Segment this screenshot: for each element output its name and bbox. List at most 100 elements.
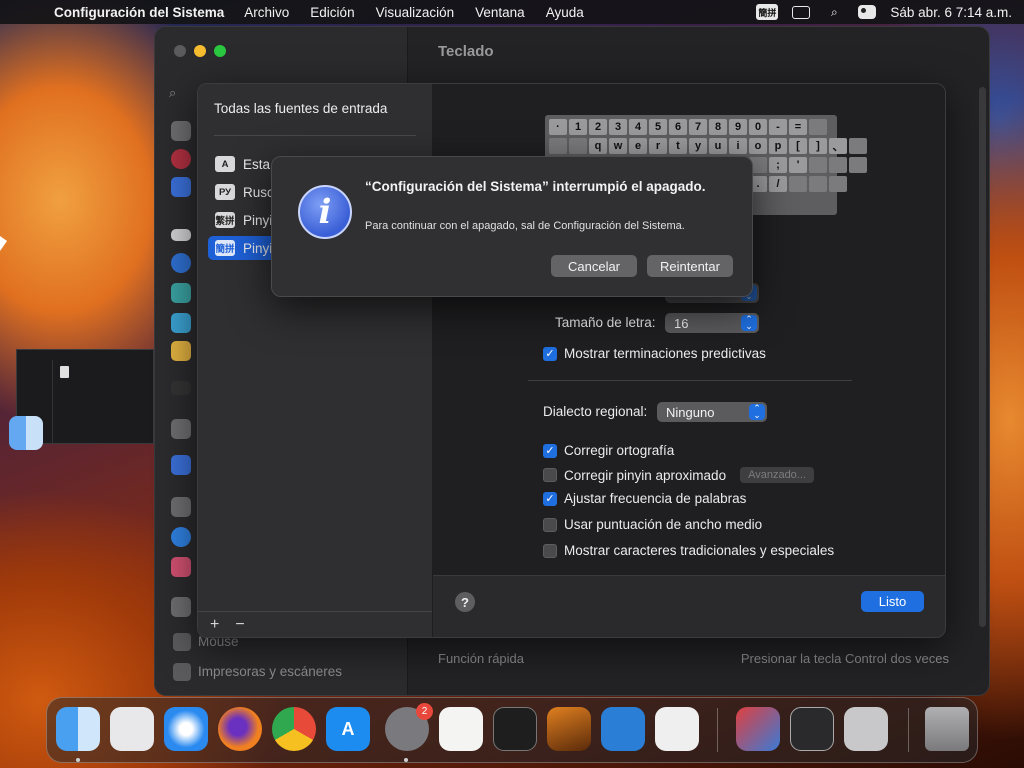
done-button[interactable]: Listo	[861, 591, 924, 612]
textedit-dock-icon[interactable]	[439, 707, 483, 751]
halfwidth-checkbox[interactable]	[543, 517, 557, 532]
battery-icon[interactable]	[171, 341, 191, 361]
finder-dock-icon[interactable]	[56, 707, 100, 751]
input-source-icon: 繁拼	[215, 212, 235, 228]
predictive-checkbox[interactable]: ✓	[543, 346, 557, 361]
traditional-checkbox[interactable]	[543, 543, 557, 558]
menu-ventana[interactable]: Ventana	[475, 5, 525, 20]
shutdown-alert-dialog: i “Configuración del Sistema” interrumpi…	[271, 156, 753, 297]
garageband-dock-icon[interactable]	[547, 707, 591, 751]
display-icon[interactable]	[171, 229, 191, 241]
search-icon[interactable]: ⌕	[169, 85, 176, 101]
internet-accounts-icon[interactable]	[171, 527, 191, 547]
menu-visualizacion[interactable]: Visualización	[376, 5, 455, 20]
keyboard-key: 1	[569, 119, 587, 135]
printer-icon	[173, 663, 191, 681]
traditional-option[interactable]: Mostrar caracteres tradicionales y espec…	[543, 543, 834, 558]
divider	[214, 135, 416, 136]
input-source-menu-icon[interactable]: 簡拼	[756, 4, 779, 20]
wallpaper-icon[interactable]	[171, 283, 191, 303]
keyboard-key: [	[789, 138, 807, 154]
touch-id-icon[interactable]	[171, 419, 191, 439]
minimize-button[interactable]	[194, 45, 206, 57]
keyboard-key	[829, 176, 847, 192]
mouse-icon	[173, 633, 191, 651]
retry-button[interactable]: Reintentar	[647, 255, 733, 277]
remove-input-source-button[interactable]: −	[235, 616, 244, 634]
accessibility-icon[interactable]	[171, 177, 191, 197]
general-icon[interactable]	[171, 121, 191, 141]
advanced-button[interactable]: Avanzado...	[740, 467, 814, 483]
info-icon: i	[298, 185, 352, 239]
keyboard-key	[829, 157, 847, 173]
trash-dock-icon[interactable]	[925, 707, 969, 751]
dialect-popup[interactable]: Ninguno ⌃ ⌄	[657, 402, 767, 422]
fuzzy-pinyin-checkbox[interactable]	[543, 468, 557, 482]
keyboard-key: 5	[649, 119, 667, 135]
menu-bar-clock[interactable]: Sáb abr. 6 7:14 a.m.	[890, 5, 1012, 20]
running-indicator	[76, 758, 80, 762]
keyboard-key: 9	[729, 119, 747, 135]
roblox-dock-icon[interactable]	[655, 707, 699, 751]
bbedit-dock-icon[interactable]	[790, 707, 834, 751]
spotlight-search-icon[interactable]: ⌕	[824, 4, 844, 20]
dialect-value: Ninguno	[666, 404, 715, 420]
spelling-option[interactable]: ✓ Corregir ortografía	[543, 443, 674, 458]
keyboard-key: 6	[669, 119, 687, 135]
fuzzy-pinyin-label: Corregir pinyin aproximado	[564, 467, 727, 483]
quick-function-value[interactable]: Presionar la tecla Control dos veces	[741, 651, 949, 666]
screen-mirroring-icon[interactable]	[792, 5, 811, 19]
lock-screen-icon[interactable]	[171, 381, 191, 395]
remote-desktop-dock-icon[interactable]	[736, 707, 780, 751]
menu-edicion[interactable]: Edición	[310, 5, 354, 20]
menu-ayuda[interactable]: Ayuda	[546, 5, 584, 20]
dock-separator	[908, 708, 909, 752]
input-sources-title: Todas las fuentes de entrada	[214, 101, 388, 116]
spelling-checkbox[interactable]: ✓	[543, 443, 557, 458]
predictive-option[interactable]: ✓ Mostrar terminaciones predictivas	[543, 346, 766, 361]
sidebar-item-printers[interactable]: Impresoras y escáneres	[198, 664, 342, 679]
halfwidth-option[interactable]: Usar puntuación de ancho medio	[543, 517, 762, 532]
frequency-option[interactable]: ✓ Ajustar frecuencia de palabras	[543, 491, 746, 506]
system-settings-dock-icon[interactable]: 2	[385, 703, 433, 751]
game-center-icon[interactable]	[171, 557, 191, 577]
close-button[interactable]	[174, 45, 186, 57]
keyboard-key: t	[669, 138, 687, 154]
app-store-dock-icon[interactable]: A	[326, 707, 370, 751]
file-icon	[60, 366, 69, 378]
menu-bar: Configuración del Sistema Archivo Edició…	[0, 0, 1024, 24]
cancel-button[interactable]: Cancelar	[551, 255, 637, 277]
screensaver-icon[interactable]	[171, 313, 191, 333]
appearance-icon[interactable]	[171, 149, 191, 169]
chrome-dock-icon[interactable]	[272, 707, 316, 751]
fuzzy-pinyin-option[interactable]: Corregir pinyin aproximado Avanzado...	[543, 467, 814, 483]
input-source-icon: A	[215, 156, 235, 172]
keyboard-key: /	[769, 176, 787, 192]
keyboard-key	[809, 176, 827, 192]
alert-message: Para continuar con el apagado, sal de Co…	[365, 220, 685, 232]
keyboard-key: 8	[709, 119, 727, 135]
siri-icon[interactable]	[171, 253, 191, 273]
keyboard-icon[interactable]	[171, 597, 191, 617]
app-menu[interactable]: Configuración del Sistema	[54, 5, 224, 20]
finder-icon[interactable]	[9, 416, 43, 450]
frequency-checkbox[interactable]: ✓	[543, 491, 557, 506]
terminal-dock-icon[interactable]	[493, 707, 537, 751]
passwords-icon[interactable]	[171, 497, 191, 517]
keyboard-key: ;	[769, 157, 787, 173]
launchpad-dock-icon[interactable]	[110, 707, 154, 751]
vscode-dock-icon[interactable]	[601, 707, 645, 751]
scrollbar[interactable]	[979, 87, 986, 627]
safari-dock-icon[interactable]	[164, 707, 208, 751]
users-icon[interactable]	[171, 455, 191, 475]
zoom-button[interactable]	[214, 45, 226, 57]
add-input-source-button[interactable]: +	[210, 616, 219, 634]
help-button[interactable]: ?	[455, 592, 475, 612]
keyboard-key: 3	[609, 119, 627, 135]
menu-archivo[interactable]: Archivo	[244, 5, 289, 20]
control-center-icon[interactable]	[858, 5, 877, 19]
calculator-dock-icon[interactable]	[844, 707, 888, 751]
firefox-dock-icon[interactable]	[218, 707, 262, 751]
font-size-popup[interactable]: 16 ⌃ ⌄	[665, 313, 759, 333]
keyboard-key: 4	[629, 119, 647, 135]
